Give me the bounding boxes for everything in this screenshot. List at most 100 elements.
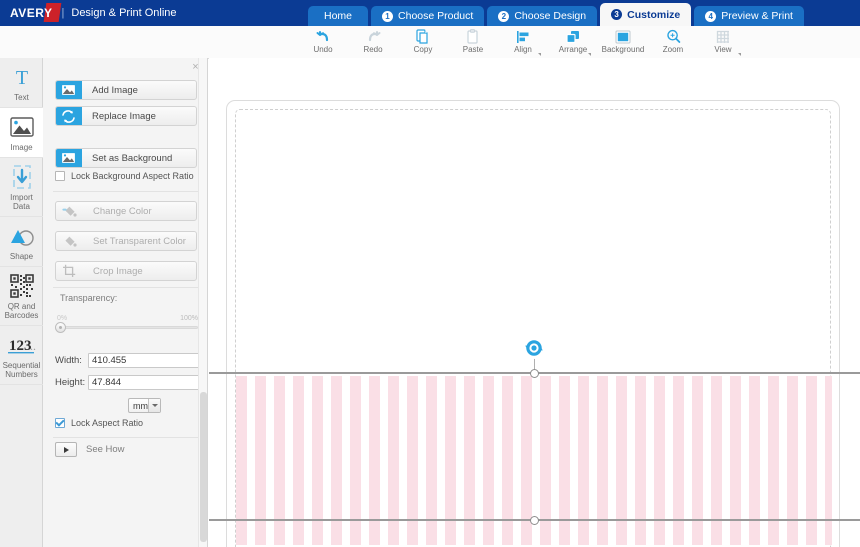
toolbar-paste-button[interactable]: Paste	[448, 26, 498, 58]
sidebar-item-import-data-label: Import Data	[10, 193, 33, 211]
left-tool-rail: T Text Image Import Data Shape QR and Ba…	[0, 58, 43, 547]
panel-scrollbar-thumb[interactable]	[200, 392, 207, 542]
lock-aspect-ratio-row[interactable]: Lock Aspect Ratio	[55, 418, 143, 428]
panel-divider-1	[53, 191, 199, 192]
image-icon	[56, 81, 82, 99]
svg-text:T: T	[15, 67, 27, 88]
avery-logo-text: AVERY	[10, 6, 53, 20]
transparency-slider[interactable]: 0% 100%	[55, 315, 198, 334]
sidebar-item-qr-barcodes[interactable]: QR and Barcodes	[0, 267, 43, 326]
tab-home[interactable]: Home	[308, 6, 369, 26]
tab-customize-label: Customize	[627, 8, 681, 21]
lock-background-aspect-ratio-row[interactable]: Lock Background Aspect Ratio	[55, 171, 194, 181]
toolbar-copy-button[interactable]: Copy	[398, 26, 448, 58]
transparency-max-label: 100%	[180, 315, 198, 322]
transparency-slider-knob[interactable]	[55, 322, 66, 333]
sidebar-item-image[interactable]: Image	[0, 108, 43, 158]
resize-handle-top[interactable]	[530, 369, 539, 378]
toolbar-redo-button[interactable]: Redo	[348, 26, 398, 58]
sidebar-item-text-label: Text	[14, 93, 29, 102]
text-t-icon: T	[11, 64, 33, 90]
toolbar-background-button[interactable]: Background	[598, 26, 648, 58]
shape-icon	[9, 223, 35, 249]
tab-choose-design-label: Choose Design	[514, 10, 587, 22]
rotate-handle[interactable]	[523, 337, 545, 359]
width-input[interactable]	[88, 353, 201, 368]
sidebar-item-image-label: Image	[10, 143, 33, 152]
panel-scrollbar[interactable]	[198, 58, 207, 547]
lock-background-aspect-ratio-checkbox[interactable]	[55, 171, 65, 181]
lock-aspect-ratio-checkbox[interactable]	[55, 418, 65, 428]
numbers-123-icon: 123..	[7, 332, 37, 358]
height-input[interactable]	[88, 375, 201, 390]
toolbar-items: Undo Redo Copy Paste Align Arrange Backg…	[298, 26, 748, 58]
set-transparent-color-button[interactable]: Set Transparent Color	[55, 231, 197, 251]
toolbar-view-button[interactable]: View	[698, 26, 748, 58]
sidebar-item-sequential-numbers[interactable]: 123.. Sequential Numbers	[0, 326, 43, 385]
tab-home-label: Home	[324, 10, 353, 22]
sidebar-item-text[interactable]: T Text	[0, 58, 43, 108]
toolbar-undo-label: Undo	[313, 45, 333, 54]
toolbar-align-label: Align	[514, 45, 532, 54]
tab-customize[interactable]: 3 Customize	[600, 3, 692, 26]
toolbar-arrange-label: Arrange	[558, 45, 588, 54]
image-icon	[9, 114, 34, 140]
view-caret-icon	[738, 53, 741, 56]
add-image-button[interactable]: Add Image	[55, 80, 197, 100]
see-how-label: See How	[86, 444, 125, 455]
crop-image-button[interactable]: Crop Image	[55, 261, 197, 281]
main-tabs: Home 1 Choose Product 2 Choose Design 3 …	[308, 0, 804, 26]
height-label: Height:	[55, 377, 86, 388]
qr-code-icon	[9, 273, 34, 299]
toolbar-copy-label: Copy	[413, 45, 433, 54]
align-caret-icon	[538, 53, 541, 56]
width-label: Width:	[55, 355, 82, 366]
image-properties-panel: × Add Image Replace Image Set as Backgro…	[43, 58, 208, 547]
replace-icon	[56, 107, 82, 125]
play-icon[interactable]	[55, 442, 77, 457]
paint-icon	[56, 202, 83, 220]
toolbar-background-label: Background	[601, 45, 645, 54]
height-field-row: Height:	[55, 375, 201, 390]
toolbar: Undo Redo Copy Paste Align Arrange Backg…	[0, 26, 860, 59]
canvas-area[interactable]	[209, 58, 860, 547]
brand: AVERY | Design & Print Online	[8, 4, 177, 22]
transparency-slider-track[interactable]	[55, 326, 198, 329]
change-color-button[interactable]: Change Color	[55, 201, 197, 221]
see-how-button[interactable]: See How	[55, 442, 125, 457]
tab-customize-number: 3	[611, 9, 623, 20]
tab-choose-product[interactable]: 1 Choose Product	[371, 6, 485, 26]
add-image-label: Add Image	[92, 84, 138, 96]
app-header: AVERY | Design & Print Online Home 1 Cho…	[0, 0, 860, 26]
arrange-caret-icon	[588, 53, 591, 56]
paste-icon	[466, 29, 480, 44]
toolbar-view-label: View	[714, 45, 732, 54]
replace-image-button[interactable]: Replace Image	[55, 106, 197, 126]
transparency-min-label: 0%	[57, 315, 68, 322]
change-color-label: Change Color	[93, 205, 152, 217]
svg-text:..: ..	[30, 339, 36, 353]
tab-choose-product-number: 1	[382, 10, 394, 22]
chevron-down-icon[interactable]	[148, 399, 160, 412]
tab-preview-print[interactable]: 4 Preview & Print	[694, 6, 804, 26]
lock-background-aspect-ratio-label: Lock Background Aspect Ratio	[71, 171, 194, 181]
set-as-background-button[interactable]: Set as Background	[55, 148, 197, 168]
resize-handle-bottom[interactable]	[530, 516, 539, 525]
toolbar-undo-button[interactable]: Undo	[298, 26, 348, 58]
toolbar-zoom-button[interactable]: Zoom	[648, 26, 698, 58]
toolbar-paste-label: Paste	[462, 45, 484, 54]
lock-aspect-ratio-label: Lock Aspect Ratio	[71, 418, 144, 428]
sidebar-item-import-data[interactable]: Import Data	[0, 158, 43, 217]
units-dropdown[interactable]: mm	[128, 398, 161, 413]
copy-icon	[416, 29, 430, 44]
toolbar-align-button[interactable]: Align	[498, 26, 548, 58]
sidebar-item-shape[interactable]: Shape	[0, 217, 43, 267]
toolbar-arrange-button[interactable]: Arrange	[548, 26, 598, 58]
dropper-icon	[56, 232, 83, 250]
tab-choose-design[interactable]: 2 Choose Design	[487, 6, 598, 26]
align-icon	[516, 29, 531, 44]
sidebar-item-qr-barcodes-label: QR and Barcodes	[4, 302, 39, 320]
tab-preview-print-label: Preview & Print	[721, 10, 793, 22]
toolbar-redo-label: Redo	[363, 45, 383, 54]
import-data-icon	[11, 164, 33, 190]
